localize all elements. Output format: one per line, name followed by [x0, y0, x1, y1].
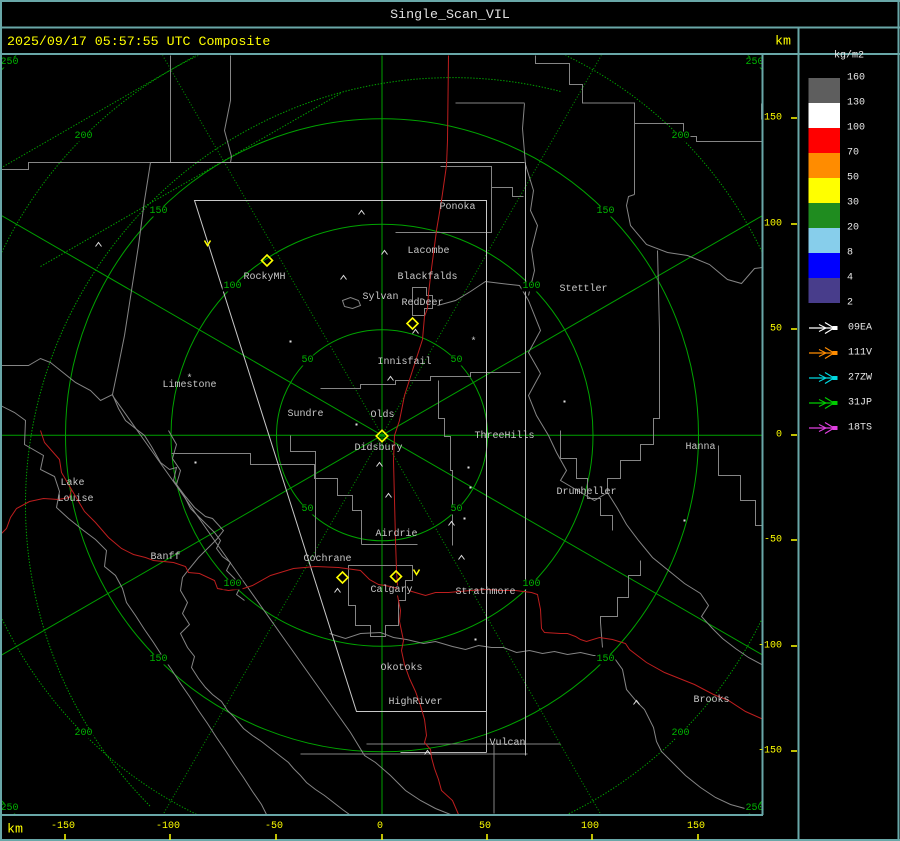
svg-text:0: 0 [776, 430, 782, 441]
svg-text:Strathmore: Strathmore [455, 586, 515, 598]
svg-text:-50: -50 [265, 821, 283, 832]
svg-text:Drumheller: Drumheller [556, 486, 616, 498]
svg-text:100: 100 [847, 123, 865, 134]
svg-text:-150: -150 [51, 821, 75, 832]
svg-text:Cochrane: Cochrane [303, 553, 351, 565]
svg-text:200: 200 [671, 131, 689, 142]
svg-text:50: 50 [301, 355, 313, 366]
svg-text:Sundre: Sundre [287, 408, 323, 420]
svg-text:Louise: Louise [57, 493, 93, 505]
svg-text:Hanna: Hanna [685, 442, 715, 453]
svg-text:Stettler: Stettler [559, 283, 607, 295]
svg-text:Sylvan: Sylvan [362, 291, 398, 303]
svg-text:250: 250 [0, 803, 18, 814]
svg-text:*: * [470, 336, 476, 348]
svg-text:50: 50 [450, 355, 462, 366]
svg-text:50: 50 [450, 504, 462, 515]
svg-text:150: 150 [687, 821, 705, 832]
svg-text:150: 150 [764, 113, 782, 124]
svg-text:8: 8 [847, 248, 853, 259]
svg-text:*: * [186, 373, 192, 385]
svg-text:4: 4 [847, 273, 853, 284]
svg-text:Blackfalds: Blackfalds [397, 271, 457, 283]
svg-text:0: 0 [377, 821, 383, 832]
svg-text:2: 2 [847, 298, 853, 309]
svg-text:-150: -150 [758, 746, 782, 757]
svg-text:-50: -50 [764, 535, 782, 546]
svg-text:-100: -100 [758, 641, 782, 652]
svg-text:100: 100 [522, 579, 540, 590]
svg-text:Lake: Lake [60, 477, 84, 489]
svg-text:100: 100 [522, 281, 540, 292]
svg-text:100: 100 [223, 579, 241, 590]
svg-text:kg/m2: kg/m2 [834, 50, 864, 62]
svg-text:HighRiver: HighRiver [388, 696, 442, 708]
svg-text:-100: -100 [156, 821, 180, 832]
svg-text:Okotoks: Okotoks [380, 662, 422, 674]
svg-text:70: 70 [847, 148, 859, 159]
svg-text:Ponoka: Ponoka [439, 201, 475, 213]
svg-text:150: 150 [596, 206, 614, 217]
svg-text:20: 20 [847, 223, 859, 234]
svg-text:Lacombe: Lacombe [407, 245, 449, 257]
svg-text:RockyMH: RockyMH [243, 271, 285, 283]
svg-text:250: 250 [745, 803, 763, 814]
svg-text:250: 250 [745, 57, 763, 68]
svg-text:200: 200 [74, 728, 92, 739]
svg-text:27ZW: 27ZW [848, 373, 872, 384]
svg-text:160: 160 [847, 73, 865, 84]
svg-text:km: km [775, 34, 791, 49]
svg-text:Airdrie: Airdrie [375, 528, 417, 540]
svg-text:150: 150 [149, 206, 167, 217]
svg-text:09EA: 09EA [848, 323, 872, 334]
svg-text:km: km [7, 822, 23, 837]
svg-text:100: 100 [764, 219, 782, 230]
svg-text:100: 100 [223, 281, 241, 292]
svg-text:130: 130 [847, 98, 865, 109]
svg-text:Didsbury: Didsbury [354, 442, 402, 454]
svg-text:150: 150 [596, 654, 614, 665]
svg-text:RedDeer: RedDeer [401, 297, 443, 309]
svg-text:100: 100 [581, 821, 599, 832]
svg-text:Single_Scan_VIL: Single_Scan_VIL [390, 7, 510, 22]
svg-text:Innisfail: Innisfail [377, 356, 431, 368]
svg-text:2025/09/17 05:57:55 UTC Compos: 2025/09/17 05:57:55 UTC Composite [7, 34, 270, 49]
svg-text:Brooks: Brooks [693, 694, 729, 706]
svg-text:50: 50 [770, 324, 782, 335]
svg-text:Banff: Banff [150, 551, 180, 563]
svg-text:ThreeHills: ThreeHills [474, 430, 534, 442]
svg-text:200: 200 [671, 728, 689, 739]
svg-text:50: 50 [847, 173, 859, 184]
svg-text:Vulcan: Vulcan [489, 737, 525, 749]
svg-text:200: 200 [74, 131, 92, 142]
svg-text:Calgary: Calgary [370, 584, 412, 596]
svg-text:50: 50 [301, 504, 313, 515]
svg-text:50: 50 [479, 821, 491, 832]
svg-text:30: 30 [847, 198, 859, 209]
svg-text:31JP: 31JP [848, 398, 872, 409]
svg-text:150: 150 [149, 654, 167, 665]
svg-text:250: 250 [0, 57, 18, 68]
svg-text:Olds: Olds [370, 409, 394, 421]
svg-text:111V: 111V [848, 348, 872, 359]
svg-text:18TS: 18TS [848, 423, 872, 434]
